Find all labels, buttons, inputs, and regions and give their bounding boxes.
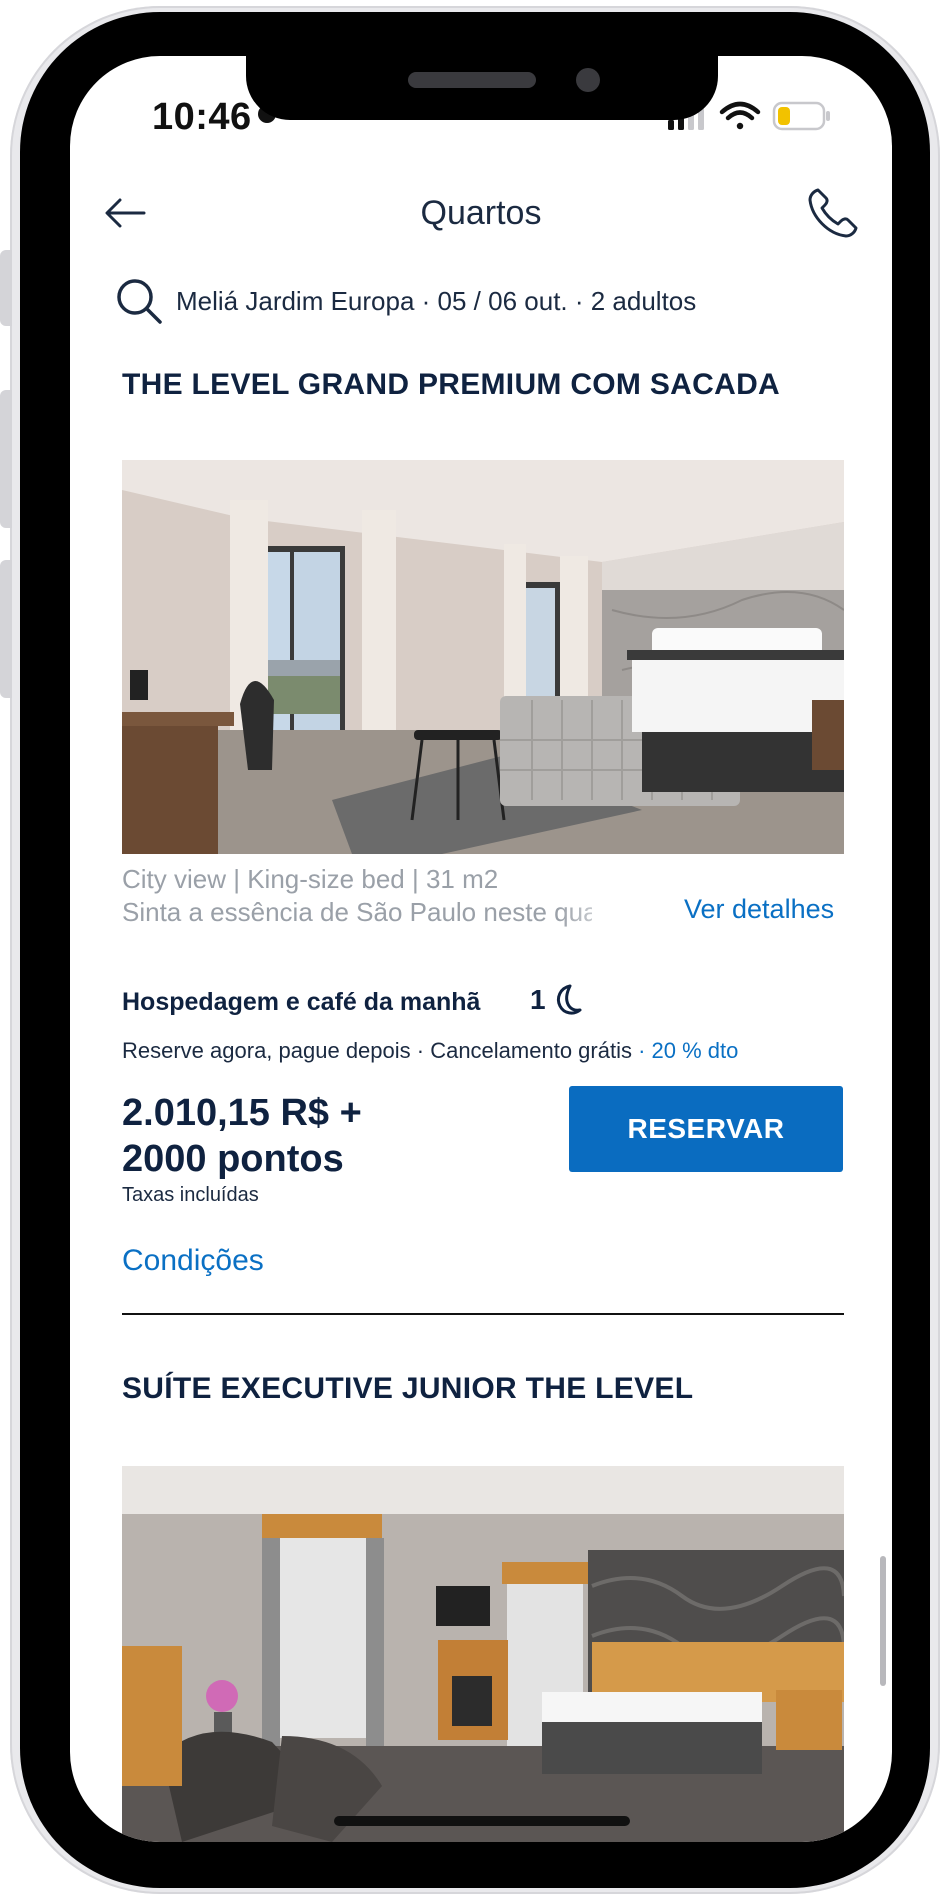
rate-conditions: Reserve agora, pague depois · Cancelamen… <box>122 1038 738 1064</box>
search-summary-bar[interactable]: Meliá Jardim Europa · 05 / 06 out. · 2 a… <box>114 270 854 330</box>
price-points: 2000 pontos <box>122 1138 344 1180</box>
room-title: THE LEVEL GRAND PREMIUM COM SACADA <box>122 368 780 401</box>
speaker-grille <box>408 72 536 88</box>
price-amount: 2.010,15 R$ + <box>122 1092 362 1134</box>
page-title: Quartos <box>420 194 542 232</box>
moon-icon <box>556 984 582 1015</box>
search-icon <box>117 279 162 324</box>
rate-plan-name: Hospedagem e café da manhã <box>122 988 481 1016</box>
phone-side-button <box>0 250 12 326</box>
room-features: City view | King-size bed | 31 m2 <box>122 864 499 894</box>
description-fade <box>558 892 638 926</box>
front-camera <box>576 68 600 92</box>
phone-icon[interactable] <box>804 184 862 242</box>
rate-conditions-text: Reserve agora, pague depois · Cancelamen… <box>122 1038 632 1063</box>
price: 2.010,15 R$ + 2000 pontos <box>122 1090 362 1182</box>
section-divider <box>122 1313 844 1315</box>
app-screen: 10:46 Quartos Meliá Jardim Europa · 05 /… <box>70 56 892 1842</box>
battery-icon <box>772 101 830 131</box>
conditions-link[interactable]: Condições <box>122 1244 264 1278</box>
scroll-indicator <box>880 1556 886 1686</box>
discount-badge: · 20 % dto <box>638 1038 739 1063</box>
view-details-link[interactable]: Ver detalhes <box>684 894 834 925</box>
reserve-button[interactable]: RESERVAR <box>569 1086 843 1172</box>
status-time: 10:46 <box>152 96 252 138</box>
room-photo[interactable] <box>122 1466 844 1842</box>
device-notch <box>246 56 718 120</box>
room-photo[interactable] <box>122 460 844 854</box>
home-indicator <box>334 1816 630 1826</box>
nights-count: 1 <box>530 984 546 1015</box>
phone-side-button <box>0 560 12 698</box>
room-title: SUÍTE EXECUTIVE JUNIOR THE LEVEL <box>122 1372 694 1405</box>
room-description: Sinta a essência de São Paulo neste quar… <box>122 897 592 927</box>
search-summary-text: Meliá Jardim Europa · 05 / 06 out. · 2 a… <box>176 286 697 316</box>
phone-side-button <box>0 390 12 528</box>
taxes-note: Taxas incluídas <box>122 1184 259 1206</box>
wifi-icon <box>719 101 761 130</box>
